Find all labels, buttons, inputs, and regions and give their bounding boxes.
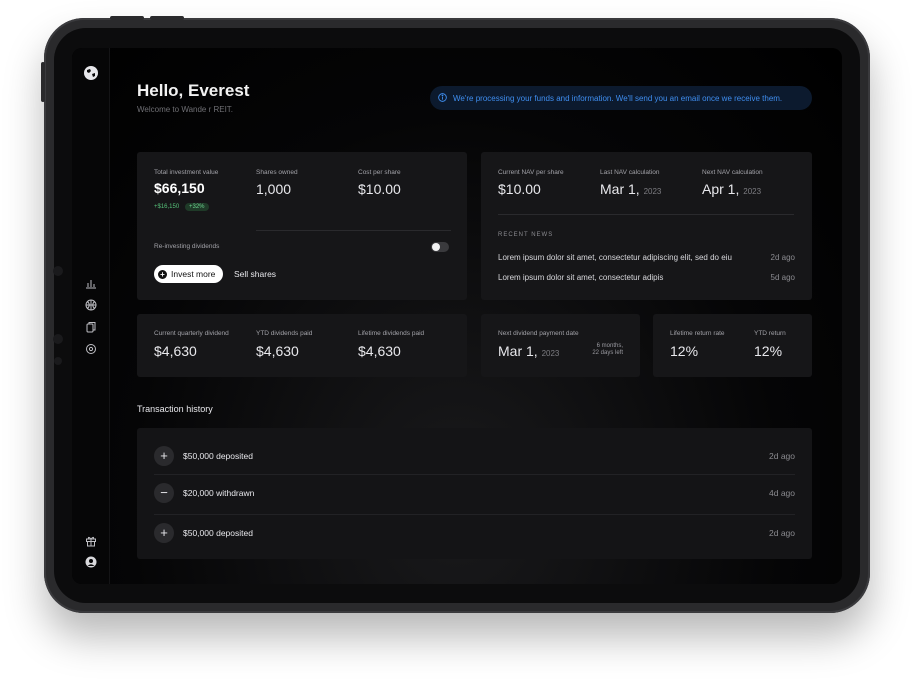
sidebar <box>72 48 110 584</box>
current-nav-label: Current NAV per share <box>498 169 564 176</box>
news-item[interactable]: Lorem ipsum dolor sit amet, consectetur … <box>498 253 732 262</box>
returns-card: Lifetime return rate 12% YTD return 12% <box>653 314 812 377</box>
investment-card: Total investment value $66,150 +$16,150 … <box>137 152 467 300</box>
volume-button <box>110 16 144 20</box>
power-button <box>41 62 45 102</box>
shares-owned-label: Shares owned <box>256 169 298 176</box>
payment-date-label: Next dividend payment date <box>498 330 579 337</box>
transaction-label: $50,000 deposited <box>183 528 253 538</box>
invest-more-button[interactable]: + Invest more <box>154 265 224 283</box>
cost-per-share-value: $10.00 <box>358 181 401 197</box>
plus-icon: + <box>154 523 174 543</box>
payment-date-value: Mar 1, 2023 <box>498 343 559 359</box>
next-nav-value: Apr 1, 2023 <box>702 181 761 197</box>
globe-logo-icon[interactable] <box>82 64 100 82</box>
gain-amount: +$16,150 <box>154 204 180 210</box>
transaction-time: 2d ago <box>769 528 795 538</box>
bezel-dot <box>53 266 63 276</box>
notice-text: We're processing your funds and informat… <box>453 93 783 103</box>
total-investment-value: $66,150 <box>154 180 205 196</box>
ytd-dividends-label: YTD dividends paid <box>256 330 313 337</box>
next-nav-year: 2023 <box>743 187 762 196</box>
gift-icon[interactable] <box>84 534 98 548</box>
shares-owned-value: 1,000 <box>256 181 292 197</box>
plus-icon: + <box>154 446 174 466</box>
divider <box>498 214 794 215</box>
dividend-payment-card: Next dividend payment date Mar 1, 2023 6… <box>481 314 640 377</box>
settings-icon[interactable] <box>84 342 98 356</box>
total-investment-label: Total investment value <box>154 169 219 176</box>
lifetime-return-value: 12% <box>670 343 699 359</box>
lifetime-dividends-label: Lifetime dividends paid <box>358 330 425 337</box>
lifetime-return-label: Lifetime return rate <box>670 330 725 337</box>
current-nav-value: $10.00 <box>498 181 541 197</box>
last-nav-label: Last NAV calculation <box>600 169 660 176</box>
news-item[interactable]: Lorem ipsum dolor sit amet, consectetur … <box>498 273 663 282</box>
sell-shares-button[interactable]: Sell shares <box>234 269 276 279</box>
payment-countdown: 6 months, 22 days left <box>592 343 623 357</box>
payment-date: Mar 1, <box>498 343 538 359</box>
ytd-return-value: 12% <box>754 343 783 359</box>
news-time: 5d ago <box>770 273 795 282</box>
transaction-label: $50,000 deposited <box>183 451 253 461</box>
transaction-time: 4d ago <box>769 488 795 498</box>
app-screen: Hello, Everest Welcome to Wande r REIT. … <box>72 48 842 584</box>
divider <box>256 230 451 231</box>
info-icon <box>438 92 447 104</box>
dividends-card: Current quarterly dividend $4,630 YTD di… <box>137 314 467 377</box>
basketball-icon[interactable] <box>84 298 98 312</box>
volume-button <box>150 16 184 20</box>
cost-per-share-label: Cost per share <box>358 169 401 176</box>
next-nav-date: Apr 1, <box>702 181 740 197</box>
last-nav-year: 2023 <box>643 187 662 196</box>
transaction-label: $20,000 withdrawn <box>183 488 255 498</box>
transaction-list: + $50,000 deposited 2d ago − $20,000 wit… <box>137 428 812 559</box>
quarterly-dividend-value: $4,630 <box>154 343 197 359</box>
transaction-row[interactable]: − $20,000 withdrawn 4d ago <box>137 475 812 513</box>
countdown-line: 22 days left <box>592 350 623 356</box>
ytd-return-label: YTD return <box>754 330 786 337</box>
countdown-line: 6 months, <box>596 343 623 349</box>
minus-icon: − <box>154 483 174 503</box>
quarterly-dividend-label: Current quarterly dividend <box>154 330 229 337</box>
ytd-dividends-value: $4,630 <box>256 343 299 359</box>
recent-news-heading: RECENT NEWS <box>498 232 554 238</box>
payment-year: 2023 <box>541 349 560 358</box>
news-time: 2d ago <box>770 253 795 262</box>
transaction-time: 2d ago <box>769 451 795 461</box>
chart-icon[interactable] <box>84 276 98 290</box>
reinvest-label: Re-investing dividends <box>154 243 220 250</box>
avatar-icon[interactable] <box>84 555 98 569</box>
transaction-row[interactable]: + $50,000 deposited 2d ago <box>137 437 812 475</box>
transaction-history-title: Transaction history <box>137 404 213 414</box>
lifetime-dividends-value: $4,630 <box>358 343 401 359</box>
bezel-dot <box>54 357 62 365</box>
processing-notice: We're processing your funds and informat… <box>430 86 812 110</box>
transaction-row[interactable]: + $50,000 deposited 2d ago <box>137 515 812 553</box>
documents-icon[interactable] <box>84 320 98 334</box>
last-nav-value: Mar 1, 2023 <box>600 181 661 197</box>
invest-more-label: Invest more <box>171 269 216 279</box>
reinvest-toggle[interactable] <box>431 242 449 252</box>
bezel-dot <box>53 334 63 344</box>
next-nav-label: Next NAV calculation <box>702 169 763 176</box>
welcome-text: Welcome to Wande r REIT. <box>137 105 234 114</box>
last-nav-date: Mar 1, <box>600 181 640 197</box>
page-title: Hello, Everest <box>137 81 250 100</box>
nav-card: Current NAV per share $10.00 Last NAV ca… <box>481 152 812 300</box>
gain-percent-badge: +32% <box>185 203 209 211</box>
plus-icon: + <box>158 269 167 279</box>
